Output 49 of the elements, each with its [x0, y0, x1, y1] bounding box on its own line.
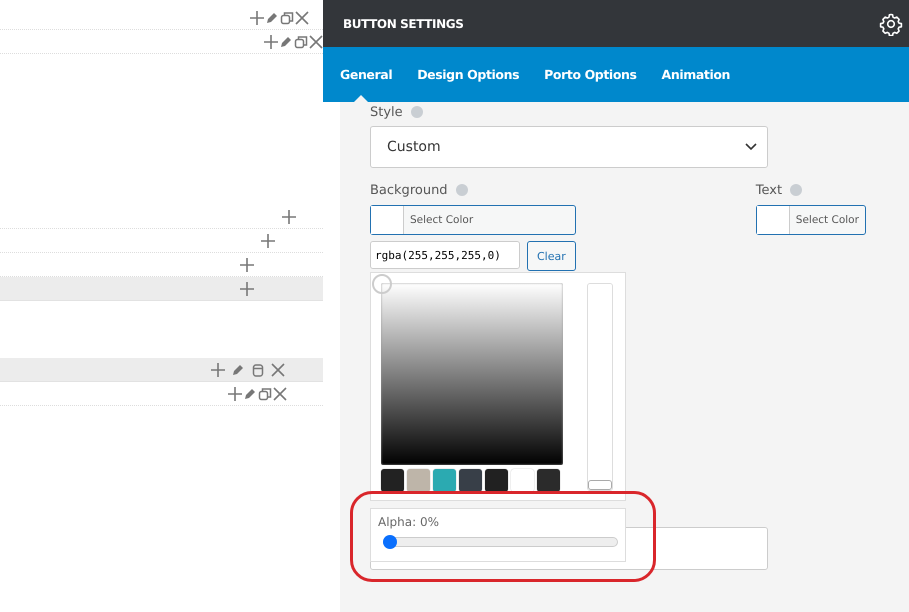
canvas-row[interactable]: [0, 358, 323, 382]
add-icon[interactable]: [282, 210, 296, 224]
pencil-icon[interactable]: [243, 386, 257, 400]
tab[interactable]: Animation: [662, 47, 730, 102]
tab[interactable]: Design Options: [417, 47, 520, 102]
settings-icon[interactable]: [879, 12, 903, 36]
slider-handle[interactable]: [588, 480, 612, 490]
select-color-button[interactable]: Select Color: [756, 205, 866, 235]
pencil-icon[interactable]: [231, 362, 245, 376]
color-swatch[interactable]: [381, 469, 404, 492]
color-swatch[interactable]: [459, 469, 482, 492]
field-label: Style: [370, 104, 403, 120]
add-icon[interactable]: [250, 10, 264, 24]
field-label: Background: [370, 182, 448, 198]
copy-icon[interactable]: [258, 386, 272, 400]
close-icon[interactable]: [309, 34, 323, 48]
copy-icon[interactable]: [294, 34, 308, 48]
color-swatch[interactable]: [407, 469, 430, 492]
tab[interactable]: Porto Options: [544, 47, 637, 102]
pencil-icon[interactable]: [265, 10, 279, 24]
close-icon[interactable]: [271, 362, 285, 376]
picker-handle[interactable]: [372, 274, 392, 294]
add-icon[interactable]: [211, 362, 225, 376]
add-icon[interactable]: [261, 234, 275, 248]
add-icon[interactable]: [240, 258, 254, 272]
hue-slider[interactable]: [587, 283, 613, 491]
add-icon[interactable]: [264, 34, 278, 48]
color-swatch[interactable]: [537, 469, 560, 492]
close-icon[interactable]: [295, 10, 309, 24]
add-icon[interactable]: [240, 282, 254, 296]
saturation-area[interactable]: [381, 283, 563, 465]
panel-title: BUTTON SETTINGS: [343, 16, 464, 30]
close-icon[interactable]: [273, 386, 287, 400]
select-color-button[interactable]: Select Color: [370, 205, 576, 235]
color-swatch[interactable]: [511, 469, 534, 492]
pencil-icon[interactable]: [279, 34, 293, 48]
alpha-label: Alpha: 0%: [378, 515, 440, 529]
style-select[interactable]: Custom: [370, 126, 768, 168]
field-label: Text: [756, 182, 782, 198]
color-swatch[interactable]: [485, 469, 508, 492]
chevron-icon: [745, 143, 757, 151]
copy-icon[interactable]: [280, 10, 294, 24]
color-swatch[interactable]: [433, 469, 456, 492]
color-value-field[interactable]: rgba(255,255,255,0): [370, 241, 520, 269]
add-icon[interactable]: [228, 386, 242, 400]
clear-button[interactable]: Clear: [527, 241, 576, 271]
slider-thumb[interactable]: [383, 535, 397, 549]
jar-icon[interactable]: [251, 362, 265, 376]
alpha-slider[interactable]: [383, 535, 618, 549]
